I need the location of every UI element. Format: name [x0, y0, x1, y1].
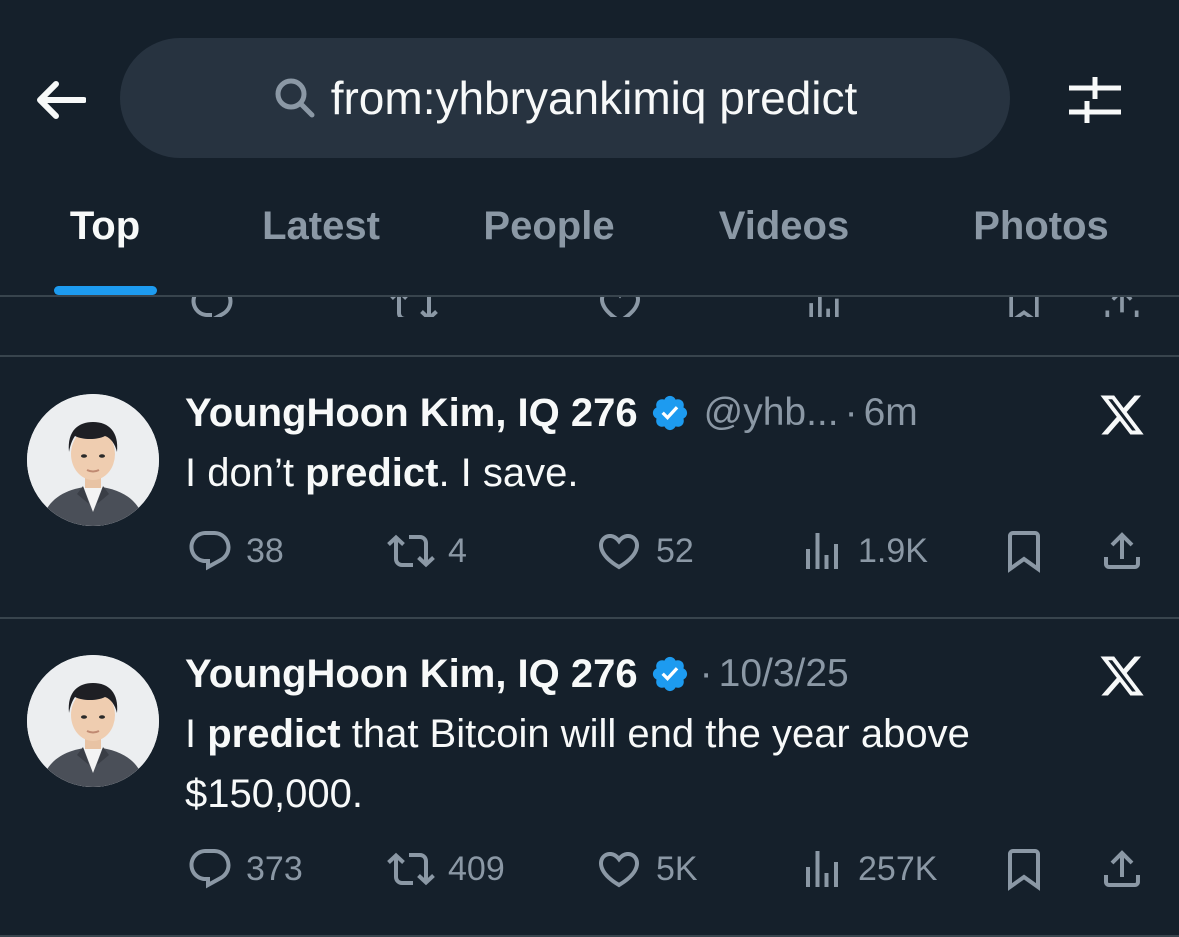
repost-count: 409	[448, 849, 505, 888]
tab-latest[interactable]: Latest	[262, 204, 380, 249]
bookmark-icon	[1000, 845, 1048, 893]
repost-icon	[386, 527, 436, 575]
bookmark-icon[interactable]	[1002, 297, 1046, 317]
repost-button[interactable]: 4	[386, 523, 467, 579]
bookmark-icon	[1000, 527, 1048, 575]
separator-dot: ·	[844, 391, 858, 434]
tweet[interactable]: YoungHoon Kim, IQ 276 @yhb... · 6m I don…	[0, 357, 1179, 617]
timestamp[interactable]: 10/3/25	[719, 652, 849, 696]
verified-badge-icon	[650, 654, 690, 694]
reply-button[interactable]: 373	[186, 841, 303, 897]
like-count: 52	[656, 531, 694, 570]
tweet[interactable]: YoungHoon Kim, IQ 276 · 10/3/25 I predic…	[0, 619, 1179, 937]
bookmark-button[interactable]	[1000, 523, 1048, 579]
highlighted-term: predict	[207, 712, 341, 756]
author-name[interactable]: YoungHoon Kim, IQ 276	[185, 391, 638, 436]
verified-badge-icon	[650, 393, 690, 433]
back-arrow-icon	[37, 81, 86, 119]
tab-people[interactable]: People	[483, 204, 614, 249]
views-icon[interactable]	[802, 297, 846, 317]
views-icon	[798, 527, 846, 575]
heart-icon	[594, 845, 644, 893]
share-button[interactable]	[1098, 841, 1146, 897]
reply-button[interactable]: 38	[186, 523, 284, 579]
repost-count: 4	[448, 531, 467, 570]
views-button[interactable]: 257K	[798, 841, 937, 897]
bookmark-button[interactable]	[1000, 841, 1048, 897]
share-icon	[1098, 527, 1146, 575]
like-count: 5K	[656, 849, 698, 888]
share-button[interactable]	[1098, 523, 1146, 579]
top-bar: from:yhbryankimiq predict	[0, 0, 1179, 190]
share-icon	[1098, 845, 1146, 893]
active-tab-indicator	[54, 286, 157, 295]
like-button[interactable]: 5K	[594, 841, 698, 897]
avatar[interactable]	[27, 394, 159, 526]
reply-icon	[186, 527, 234, 575]
author-name[interactable]: YoungHoon Kim, IQ 276	[185, 652, 638, 697]
search-query[interactable]: from:yhbryankimiq predict	[331, 71, 858, 125]
reply-icon	[186, 845, 234, 893]
heart-icon	[594, 527, 644, 575]
avatar[interactable]	[27, 655, 159, 787]
heart-icon[interactable]	[596, 297, 644, 317]
timestamp[interactable]: 6m	[864, 391, 918, 435]
text-part: I	[185, 712, 208, 756]
share-icon[interactable]	[1100, 297, 1144, 317]
previous-tweet-actions	[0, 297, 1179, 317]
reply-icon[interactable]	[188, 297, 236, 317]
views-icon	[798, 845, 846, 893]
search-icon	[273, 76, 317, 120]
text-part: I don’t	[185, 451, 306, 495]
tweet-actions: 373 409 5K 257K	[0, 841, 1179, 897]
reply-count: 38	[246, 531, 284, 570]
search-settings-button[interactable]	[1060, 68, 1130, 132]
repost-icon[interactable]	[390, 297, 438, 317]
tab-top[interactable]: Top	[70, 204, 140, 249]
tab-videos[interactable]: Videos	[719, 204, 849, 249]
views-count: 257K	[858, 849, 938, 888]
like-button[interactable]: 52	[594, 523, 694, 579]
x-logo-icon[interactable]	[1096, 391, 1148, 439]
reply-count: 373	[246, 849, 303, 888]
views-count: 1.9K	[858, 531, 928, 570]
tweet-actions: 38 4 52 1.9K	[0, 523, 1179, 579]
sliders-icon	[1069, 77, 1121, 123]
author-handle[interactable]: @yhb...	[704, 391, 839, 435]
tweet-text: I predict that Bitcoin will end the year…	[185, 704, 1085, 824]
separator-dot: ·	[699, 652, 713, 695]
tweet-header: YoungHoon Kim, IQ 276 · 10/3/25	[185, 646, 849, 702]
tweet-header: YoungHoon Kim, IQ 276 @yhb... · 6m	[185, 385, 918, 441]
search-field[interactable]: from:yhbryankimiq predict	[120, 38, 1010, 158]
back-button[interactable]	[28, 68, 92, 132]
text-part: . I save.	[438, 451, 579, 495]
highlighted-term: predict	[305, 451, 439, 495]
search-tabs: Top Latest People Videos Photos	[0, 190, 1179, 296]
repost-icon	[386, 845, 436, 893]
x-logo-icon[interactable]	[1096, 652, 1148, 700]
tweet-text: I don’t predict. I save.	[185, 443, 1085, 503]
repost-button[interactable]: 409	[386, 841, 505, 897]
views-button[interactable]: 1.9K	[798, 523, 928, 579]
tab-photos[interactable]: Photos	[973, 204, 1109, 249]
